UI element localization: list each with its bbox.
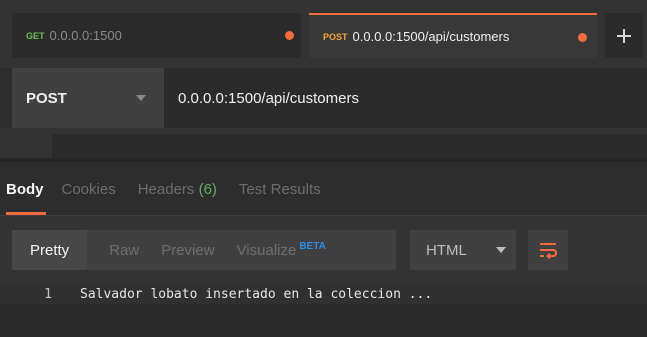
request-section-strip — [0, 134, 647, 158]
headers-count-badge: (6) — [198, 180, 217, 198]
tab-url: 0.0.0.0:1500/api/customers — [352, 29, 510, 44]
tab-headers-label: Headers — [137, 180, 195, 198]
tab-cookies[interactable]: Cookies — [62, 181, 116, 198]
tab-headers[interactable]: Headers (6) — [138, 181, 217, 198]
tab-bar: GET 0.0.0.0:1500 POST 0.0.0.0:1500/api/c… — [0, 0, 647, 62]
url-input[interactable]: 0.0.0.0:1500/api/customers — [164, 68, 647, 128]
view-mode-group: Pretty Raw Preview Visualize BETA — [12, 230, 396, 270]
code-line: 1 Salvador lobato insertado en la colecc… — [0, 284, 647, 304]
method-select[interactable]: POST — [12, 68, 164, 128]
preview-button[interactable]: Preview — [161, 242, 214, 259]
response-tabs: Body Cookies Headers (6) Test Results — [0, 162, 647, 216]
beta-badge: BETA — [299, 241, 326, 252]
line-number: 1 — [44, 286, 52, 302]
wrap-lines-icon — [540, 243, 558, 259]
response-toolbar: Pretty Raw Preview Visualize BETA HTML — [0, 216, 647, 284]
pretty-button[interactable]: Pretty — [12, 230, 88, 270]
raw-button[interactable]: Raw — [109, 242, 139, 259]
chevron-down-icon — [136, 95, 146, 101]
response-body[interactable]: 1 Salvador lobato insertado en la colecc… — [0, 284, 647, 337]
tab-method: POST — [323, 31, 348, 42]
visualize-button[interactable]: Visualize BETA — [237, 241, 326, 259]
url-value: 0.0.0.0:1500/api/customers — [178, 89, 359, 107]
request-tab-get[interactable]: GET 0.0.0.0:1500 — [12, 13, 301, 58]
unsaved-dot-icon — [285, 31, 294, 40]
request-url-bar: POST 0.0.0.0:1500/api/customers — [0, 68, 647, 128]
method-value: POST — [26, 89, 67, 107]
visualize-label: Visualize — [236, 242, 297, 259]
chevron-down-icon — [496, 247, 506, 253]
unsaved-dot-icon — [578, 33, 587, 42]
tab-method: GET — [26, 30, 45, 41]
tab-body[interactable]: Body — [6, 181, 44, 198]
request-tab-post[interactable]: POST 0.0.0.0:1500/api/customers — [309, 13, 597, 58]
language-select[interactable]: HTML — [410, 230, 516, 270]
tab-url: 0.0.0.0:1500 — [49, 28, 122, 43]
section-handle — [0, 134, 52, 158]
plus-icon — [617, 28, 631, 43]
tab-test-results[interactable]: Test Results — [239, 181, 321, 198]
new-tab-button[interactable] — [605, 13, 643, 58]
line-text: Salvador lobato insertado en la coleccio… — [80, 286, 433, 302]
language-value: HTML — [426, 241, 467, 259]
wrap-lines-button[interactable] — [528, 230, 568, 270]
